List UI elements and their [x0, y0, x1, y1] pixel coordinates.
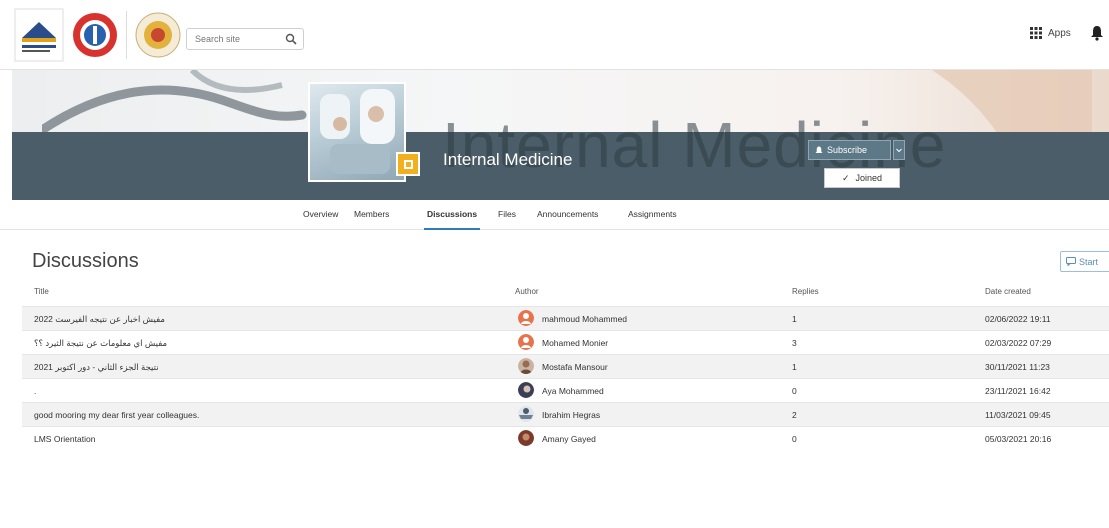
author-avatar [518, 430, 534, 446]
reply-count: 0 [792, 434, 797, 444]
search-box[interactable] [186, 28, 304, 50]
university-logo[interactable] [14, 8, 64, 62]
author-name[interactable]: mahmoud Mohammed [542, 314, 627, 324]
course-tabs: Overview Members Discussions Files Annou… [0, 200, 1109, 230]
tab-discussions[interactable]: Discussions [427, 209, 477, 219]
course-title: Internal Medicine [443, 150, 573, 169]
table-row[interactable]: LMS Orientation Amany Gayed 0 05/03/2021… [22, 426, 1109, 450]
column-author[interactable]: Author [515, 287, 539, 296]
author-name[interactable]: Ibrahim Hegras [542, 410, 600, 420]
course-thumbnail [308, 82, 406, 182]
author-name[interactable]: Mostafa Mansour [542, 362, 608, 372]
chat-bubble-icon [1066, 257, 1076, 266]
date-created: 23/11/2021 16:42 [985, 386, 1051, 396]
author-name[interactable]: Amany Gayed [542, 434, 596, 444]
discussion-title-link[interactable]: مفيش اخبار عن نتيجه الفيرست 2022 [34, 314, 165, 325]
tab-overview[interactable]: Overview [303, 209, 338, 219]
discussion-title-link[interactable]: مفيش اي معلومات عن نتيجة الثيرد ؟؟ [34, 338, 167, 349]
apps-grid-icon [1030, 27, 1042, 39]
reply-count: 2 [792, 410, 797, 420]
logos [14, 6, 183, 64]
subscribe-options-button[interactable] [893, 140, 905, 160]
apps-menu[interactable]: Apps [1030, 27, 1071, 39]
date-created: 02/06/2022 19:11 [985, 314, 1051, 324]
reply-count: 0 [792, 386, 797, 396]
author-name[interactable]: Mohamed Monier [542, 338, 608, 348]
reply-count: 1 [792, 362, 797, 372]
author-name[interactable]: Aya Mohammed [542, 386, 604, 396]
ministry-logo [73, 13, 117, 57]
author-avatar [518, 334, 534, 350]
apps-label: Apps [1048, 27, 1071, 39]
date-created: 30/11/2021 11:23 [985, 362, 1050, 372]
subscribe-label: Subscribe [827, 145, 868, 155]
joined-button[interactable]: ✓ Joined [824, 168, 900, 188]
reply-count: 3 [792, 338, 797, 348]
checkmark-icon: ✓ [841, 172, 850, 183]
search-icon[interactable] [285, 33, 297, 45]
table-row[interactable]: مفيش اخبار عن نتيجه الفيرست 2022 mahmoud… [22, 306, 1109, 330]
faculty-logo [135, 12, 181, 58]
column-date-created[interactable]: Date created [985, 287, 1031, 296]
logo-divider [126, 11, 127, 59]
table-row[interactable]: نتيجة الجزء الثاني - دور اكتوبر 2021 Mos… [22, 354, 1109, 378]
table-row[interactable]: مفيش اي معلومات عن نتيجة الثيرد ؟؟ Moham… [22, 330, 1109, 354]
top-bar: Apps [0, 0, 1109, 70]
discussion-title-link[interactable]: good mooring my dear first year colleagu… [34, 410, 199, 420]
discussion-title-link[interactable]: . [34, 386, 36, 396]
date-created: 11/03/2021 09:45 [985, 410, 1051, 420]
chevron-down-icon [896, 148, 902, 153]
active-tab-indicator [424, 228, 480, 230]
search-input[interactable] [187, 29, 279, 49]
start-label: Start [1079, 256, 1099, 267]
column-replies[interactable]: Replies [792, 287, 819, 296]
joined-label: Joined [855, 173, 883, 183]
reply-count: 1 [792, 314, 797, 324]
author-avatar [518, 382, 534, 398]
tab-assignments[interactable]: Assignments [628, 209, 677, 219]
stethoscope-banner-image [42, 70, 307, 135]
table-header: Title Author Replies Date created [0, 280, 1109, 306]
author-avatar [518, 358, 534, 374]
start-discussion-button[interactable]: Start [1060, 251, 1109, 272]
column-title[interactable]: Title [34, 287, 49, 296]
bell-icon [815, 146, 823, 153]
subscribe-button[interactable]: Subscribe [808, 140, 891, 160]
discussion-title-link[interactable]: نتيجة الجزء الثاني - دور اكتوبر 2021 [34, 362, 159, 373]
tab-members[interactable]: Members [354, 209, 389, 219]
page-title: Discussions [32, 250, 139, 272]
course-banner: Internal Medicine Internal Medicine Subs… [12, 70, 1109, 200]
table-row[interactable]: good mooring my dear first year colleagu… [22, 402, 1109, 426]
notifications-bell-icon[interactable] [1090, 25, 1104, 41]
date-created: 02/03/2022 07:29 [985, 338, 1052, 348]
course-badge-icon [396, 152, 420, 176]
tab-files[interactable]: Files [498, 209, 516, 219]
author-avatar [518, 406, 534, 422]
tab-announcements[interactable]: Announcements [537, 209, 598, 219]
table-row[interactable]: . Aya Mohammed 0 23/11/2021 16:42 [22, 378, 1109, 402]
author-avatar [518, 310, 534, 326]
discussion-title-link[interactable]: LMS Orientation [34, 434, 95, 444]
date-created: 05/03/2021 20:16 [985, 434, 1052, 444]
doctors-image [320, 89, 395, 174]
